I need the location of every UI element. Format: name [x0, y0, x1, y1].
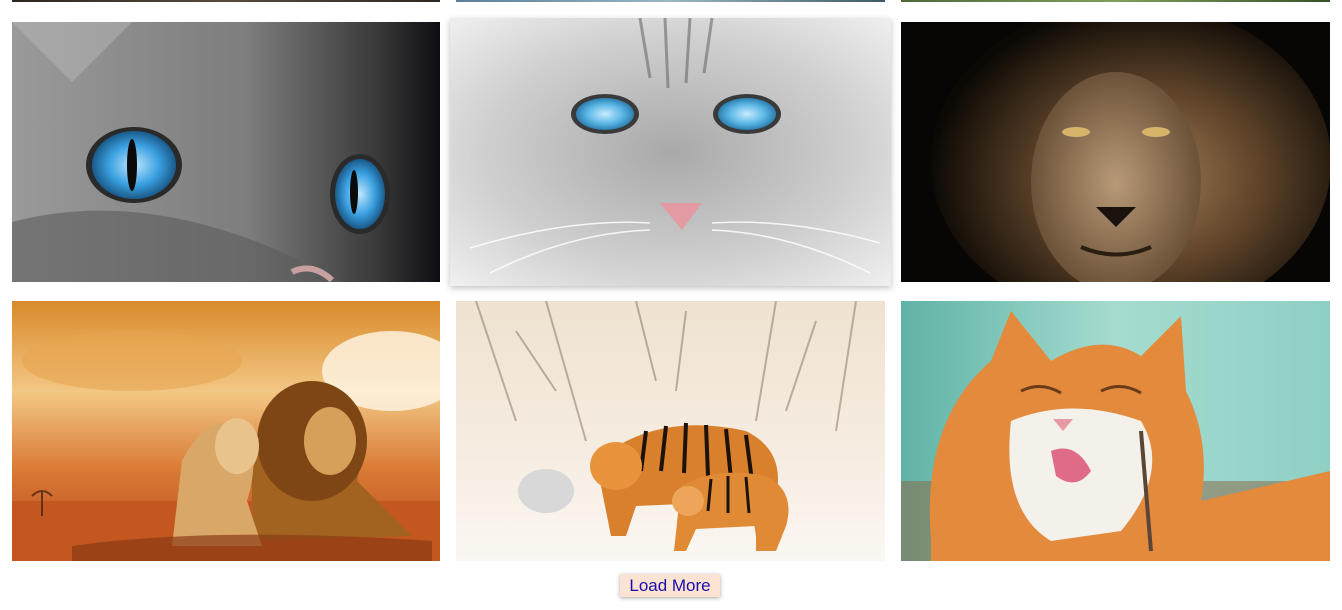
previous-row-image-edge: [901, 0, 1330, 2]
gallery-image-cat-blue-eyes[interactable]: [12, 22, 440, 282]
gallery-image-tigers-snow[interactable]: [456, 301, 885, 561]
orange-cat-picture: [901, 301, 1330, 561]
previous-row-image-edge: [456, 0, 885, 2]
gallery-image-lion-face[interactable]: [901, 22, 1330, 282]
gallery-image-lions-sunset[interactable]: [12, 301, 440, 561]
tabby-cat-picture: [450, 18, 891, 286]
tigers-snow-picture: [456, 301, 885, 561]
previous-row-image-edge: [12, 0, 440, 2]
image-gallery: Load More: [0, 0, 1342, 610]
lions-sunset-picture: [12, 301, 440, 561]
cat-closeup-picture: [12, 22, 440, 282]
load-more-button[interactable]: Load More: [620, 574, 720, 597]
gallery-image-grey-tabby-cat[interactable]: [450, 18, 891, 286]
lion-face-picture: [901, 22, 1330, 282]
gallery-image-orange-cat[interactable]: [901, 301, 1330, 561]
